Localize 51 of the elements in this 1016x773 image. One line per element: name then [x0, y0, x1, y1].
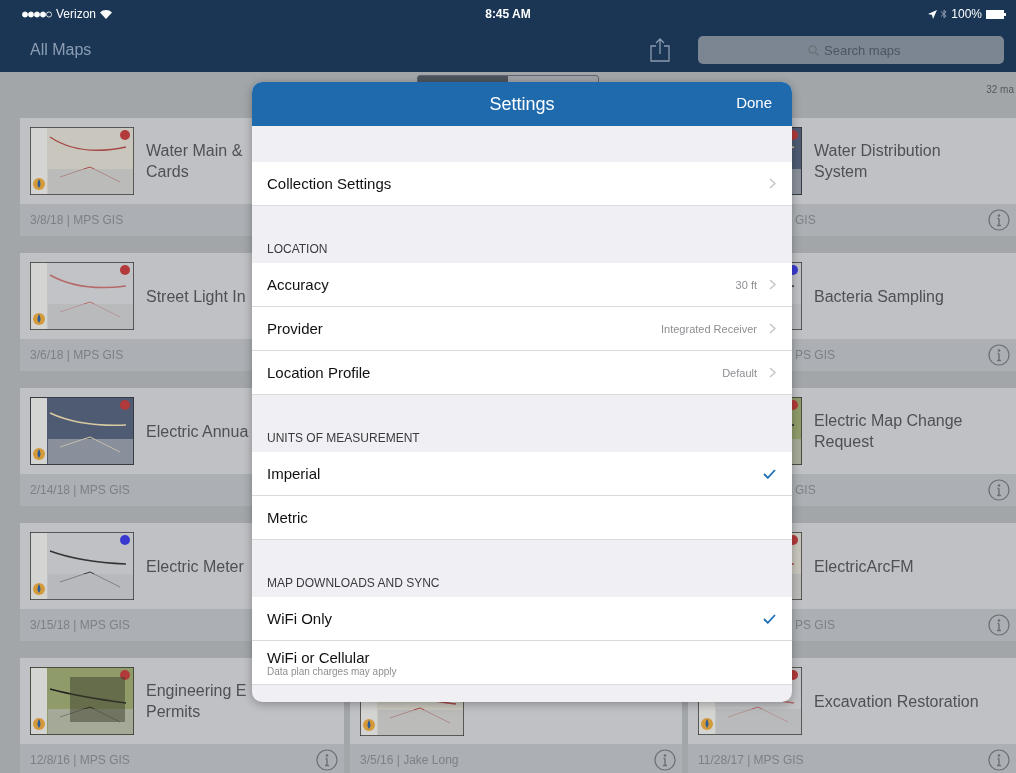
- section-header: LOCATION: [267, 242, 328, 256]
- map-title[interactable]: Excavation Restoration: [814, 690, 979, 712]
- info-icon[interactable]: [988, 479, 1010, 501]
- info-icon[interactable]: [988, 614, 1010, 636]
- carrier-name: Verizon: [56, 7, 97, 21]
- settings-row[interactable]: WiFi or Cellular Data plan charges may apply: [252, 641, 792, 685]
- info-icon[interactable]: [654, 749, 676, 771]
- row-label: WiFi or Cellular: [267, 648, 371, 666]
- chevron-icon: [769, 367, 776, 378]
- map-title[interactable]: Electric Meter: [146, 555, 244, 577]
- map-title[interactable]: ElectricArcFM: [814, 555, 914, 577]
- done-button[interactable]: Done: [736, 94, 772, 111]
- map-title[interactable]: Water Main & Cards: [146, 140, 243, 182]
- section-header: UNITS OF MEASUREMENT: [267, 431, 420, 445]
- row-label: Collection Settings: [267, 175, 393, 192]
- row-label: Metric: [267, 509, 309, 526]
- row-subtitle: Data plan charges may apply: [267, 665, 398, 677]
- row-label: Imperial: [267, 465, 322, 482]
- settings-row[interactable]: Collection Settings: [252, 162, 792, 206]
- row-label: WiFi Only: [267, 610, 333, 627]
- nav-title[interactable]: All Maps: [30, 41, 650, 59]
- dialog-title: Settings: [489, 93, 555, 115]
- map-title[interactable]: Water Distribution System: [814, 140, 941, 182]
- section-header: MAP DOWNLOADS AND SYNC: [267, 576, 440, 590]
- info-icon[interactable]: [988, 344, 1010, 366]
- wifi-icon: [100, 9, 113, 19]
- search-icon: [808, 45, 819, 56]
- info-icon[interactable]: [988, 209, 1010, 231]
- settings-row[interactable]: Metric: [252, 496, 792, 540]
- map-title[interactable]: Electric Annua: [146, 420, 249, 442]
- row-label: Provider: [267, 320, 324, 337]
- row-label: Accuracy: [267, 276, 330, 293]
- location-arrow-icon: [928, 9, 938, 19]
- battery-icon: [986, 9, 1006, 19]
- signal-icon: [22, 10, 52, 18]
- map-title[interactable]: Street Light In: [146, 285, 246, 307]
- map-count: 32 ma: [986, 84, 1014, 95]
- settings-row[interactable]: Location Profile Default: [252, 351, 792, 395]
- battery-percent: 100%: [951, 7, 982, 21]
- share-icon[interactable]: [650, 38, 670, 62]
- row-label: Location Profile: [267, 364, 372, 381]
- clock-time: 8:45 AM: [485, 7, 531, 21]
- info-icon[interactable]: [316, 749, 338, 771]
- map-title[interactable]: Engineering E Permits: [146, 680, 247, 722]
- map-title[interactable]: Bacteria Sampling: [814, 285, 944, 307]
- row-value: Default: [722, 366, 757, 379]
- settings-row[interactable]: WiFi Only: [252, 597, 792, 641]
- info-icon[interactable]: [988, 749, 1010, 771]
- settings-row[interactable]: Imperial: [252, 452, 792, 496]
- bluetooth-icon: [941, 9, 948, 19]
- settings-row[interactable]: Provider Integrated Receiver: [252, 307, 792, 351]
